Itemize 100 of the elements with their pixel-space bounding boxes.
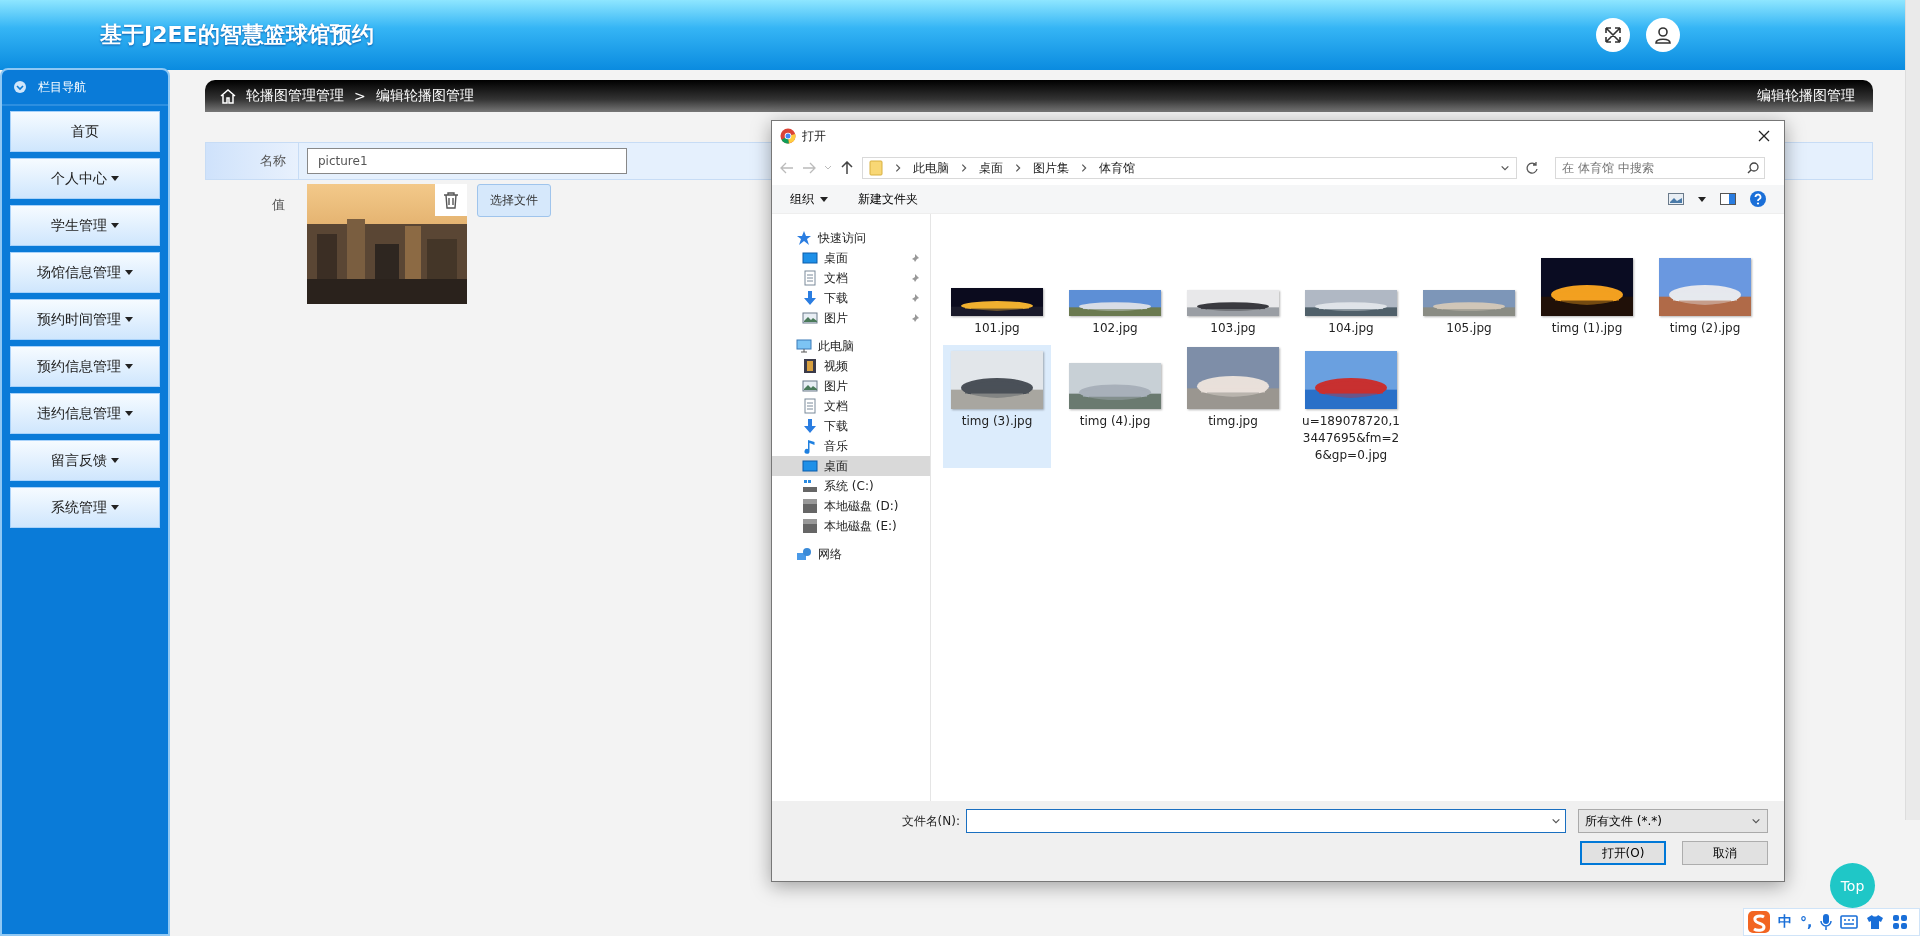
nav-item[interactable]: 下载	[772, 416, 930, 436]
path-segment[interactable]: 图片集	[1033, 159, 1069, 177]
view-icon[interactable]	[1668, 193, 1684, 205]
pc-icon	[796, 338, 812, 354]
file-item[interactable]: 101.jpg	[943, 252, 1051, 341]
menu-item[interactable]: 场馆信息管理	[10, 252, 160, 293]
app-title: 基于J2EE的智慧篮球馆预约	[100, 21, 375, 49]
document-icon	[802, 270, 818, 286]
download-icon	[802, 290, 818, 306]
file-type-dropdown[interactable]: 所有文件 (*.*)	[1578, 809, 1768, 833]
field-label: 名称	[206, 143, 299, 179]
menu-item[interactable]: 预约时间管理	[10, 299, 160, 340]
video-icon	[802, 358, 818, 374]
dropdown-icon	[1751, 816, 1761, 826]
chevron-icon	[1013, 163, 1023, 173]
file-item[interactable]: timg (2).jpg	[1651, 252, 1759, 341]
chevron-icon	[1079, 163, 1089, 173]
document-icon	[802, 398, 818, 414]
file-item[interactable]: 103.jpg	[1179, 252, 1287, 341]
caret-icon[interactable]	[1698, 196, 1706, 202]
field-label: 值	[271, 196, 286, 214]
open-button[interactable]: 打开(O)	[1580, 841, 1666, 865]
page-title: 编辑轮播图管理	[1757, 87, 1855, 105]
nav-item[interactable]: 图片	[772, 376, 930, 396]
search-field[interactable]: 在 体育馆 中搜索	[1555, 157, 1765, 179]
desktop-icon	[802, 458, 818, 474]
system-drive-icon	[802, 478, 818, 494]
search-icon	[1747, 162, 1759, 174]
path-segment[interactable]: 桌面	[979, 159, 1003, 177]
field-label: 文件名(N):	[901, 812, 960, 830]
nav-item[interactable]: 桌面	[772, 248, 930, 268]
nav-item[interactable]: 系统 (C:)	[772, 476, 930, 496]
keyboard-icon[interactable]	[1840, 915, 1859, 929]
preview-pane-icon[interactable]	[1720, 193, 1736, 205]
ime-punctuation[interactable]: °,	[1800, 914, 1813, 930]
user-button[interactable]	[1646, 18, 1680, 52]
nav-item[interactable]: 桌面	[772, 456, 930, 476]
dialog-title: 打开	[802, 127, 826, 145]
menu-item[interactable]: 学生管理	[10, 205, 160, 246]
nav-item[interactable]: 文档	[772, 396, 930, 416]
file-item[interactable]: 105.jpg	[1415, 252, 1523, 341]
menu-item[interactable]: 系统管理	[10, 487, 160, 528]
fullscreen-button[interactable]	[1596, 18, 1630, 52]
nav-item[interactable]: 本地磁盘 (D:)	[772, 496, 930, 516]
pictures-icon	[802, 378, 818, 394]
file-item[interactable]: timg.jpg	[1179, 345, 1287, 468]
sidebar-title: 栏目导航	[38, 78, 86, 96]
nav-item[interactable]: 此电脑	[772, 336, 930, 356]
refresh-button[interactable]	[1525, 161, 1539, 175]
path-segment[interactable]: 体育馆	[1099, 159, 1135, 177]
nav-item[interactable]: 文档	[772, 268, 930, 288]
ime-mode[interactable]: 中	[1778, 913, 1792, 931]
breadcrumb-item: 编辑轮播图管理	[375, 87, 474, 105]
nav-item[interactable]: 本地磁盘 (E:)	[772, 516, 930, 536]
organize-button[interactable]: 组织	[790, 190, 828, 208]
grid-icon[interactable]	[1892, 914, 1909, 930]
help-icon[interactable]	[1750, 191, 1766, 207]
desktop-icon	[802, 250, 818, 266]
nav-item[interactable]: 快速访问	[772, 228, 930, 248]
drive-icon	[802, 498, 818, 514]
close-icon	[1758, 130, 1770, 142]
path-segment[interactable]: 此电脑	[913, 159, 949, 177]
breadcrumb-item[interactable]: 轮播图管理管理	[246, 87, 344, 105]
nav-item[interactable]: 图片	[772, 308, 930, 328]
pictures-icon	[802, 310, 818, 326]
down-circle-icon	[14, 81, 26, 93]
trash-icon	[443, 191, 459, 209]
network-icon	[796, 546, 812, 562]
shirt-icon[interactable]	[1866, 914, 1885, 930]
chevron-icon	[893, 163, 903, 173]
address-bar[interactable]: 此电脑 桌面 图片集 体育馆	[862, 157, 1517, 179]
delete-button[interactable]	[435, 184, 467, 216]
menu-item[interactable]: 首页	[10, 111, 160, 152]
name-input[interactable]: picture1	[307, 148, 627, 174]
menu-item[interactable]: 预约信息管理	[10, 346, 160, 387]
drive-icon	[802, 518, 818, 534]
menu-item[interactable]: 留言反馈	[10, 440, 160, 481]
breadcrumb-separator: >	[354, 88, 366, 104]
new-folder-button[interactable]: 新建文件夹	[858, 190, 918, 208]
filename-input[interactable]	[966, 809, 1566, 833]
nav-item[interactable]: 视频	[772, 356, 930, 376]
microphone-icon[interactable]	[1820, 913, 1833, 931]
nav-item[interactable]: 音乐	[772, 436, 930, 456]
file-item[interactable]: u=189078720,13447695&fm=26&gp=0.jpg	[1297, 345, 1405, 468]
file-item[interactable]: timg (1).jpg	[1533, 252, 1641, 341]
file-item[interactable]: timg (4).jpg	[1061, 345, 1169, 468]
home-icon	[220, 88, 236, 104]
cancel-button[interactable]: 取消	[1682, 841, 1768, 865]
menu-item[interactable]: 个人中心	[10, 158, 160, 199]
fullscreen-icon	[1604, 26, 1622, 44]
file-item[interactable]: 102.jpg	[1061, 252, 1169, 341]
up-button[interactable]	[840, 161, 854, 175]
nav-item[interactable]: 下载	[772, 288, 930, 308]
menu-item[interactable]: 违约信息管理	[10, 393, 160, 434]
file-item[interactable]: timg (3).jpg	[943, 345, 1051, 468]
chevron-icon	[959, 163, 969, 173]
nav-item[interactable]: 网络	[772, 544, 930, 564]
choose-file-button[interactable]: 选择文件	[477, 184, 551, 217]
file-item[interactable]: 104.jpg	[1297, 252, 1405, 341]
scrollbar[interactable]	[1905, 0, 1920, 820]
